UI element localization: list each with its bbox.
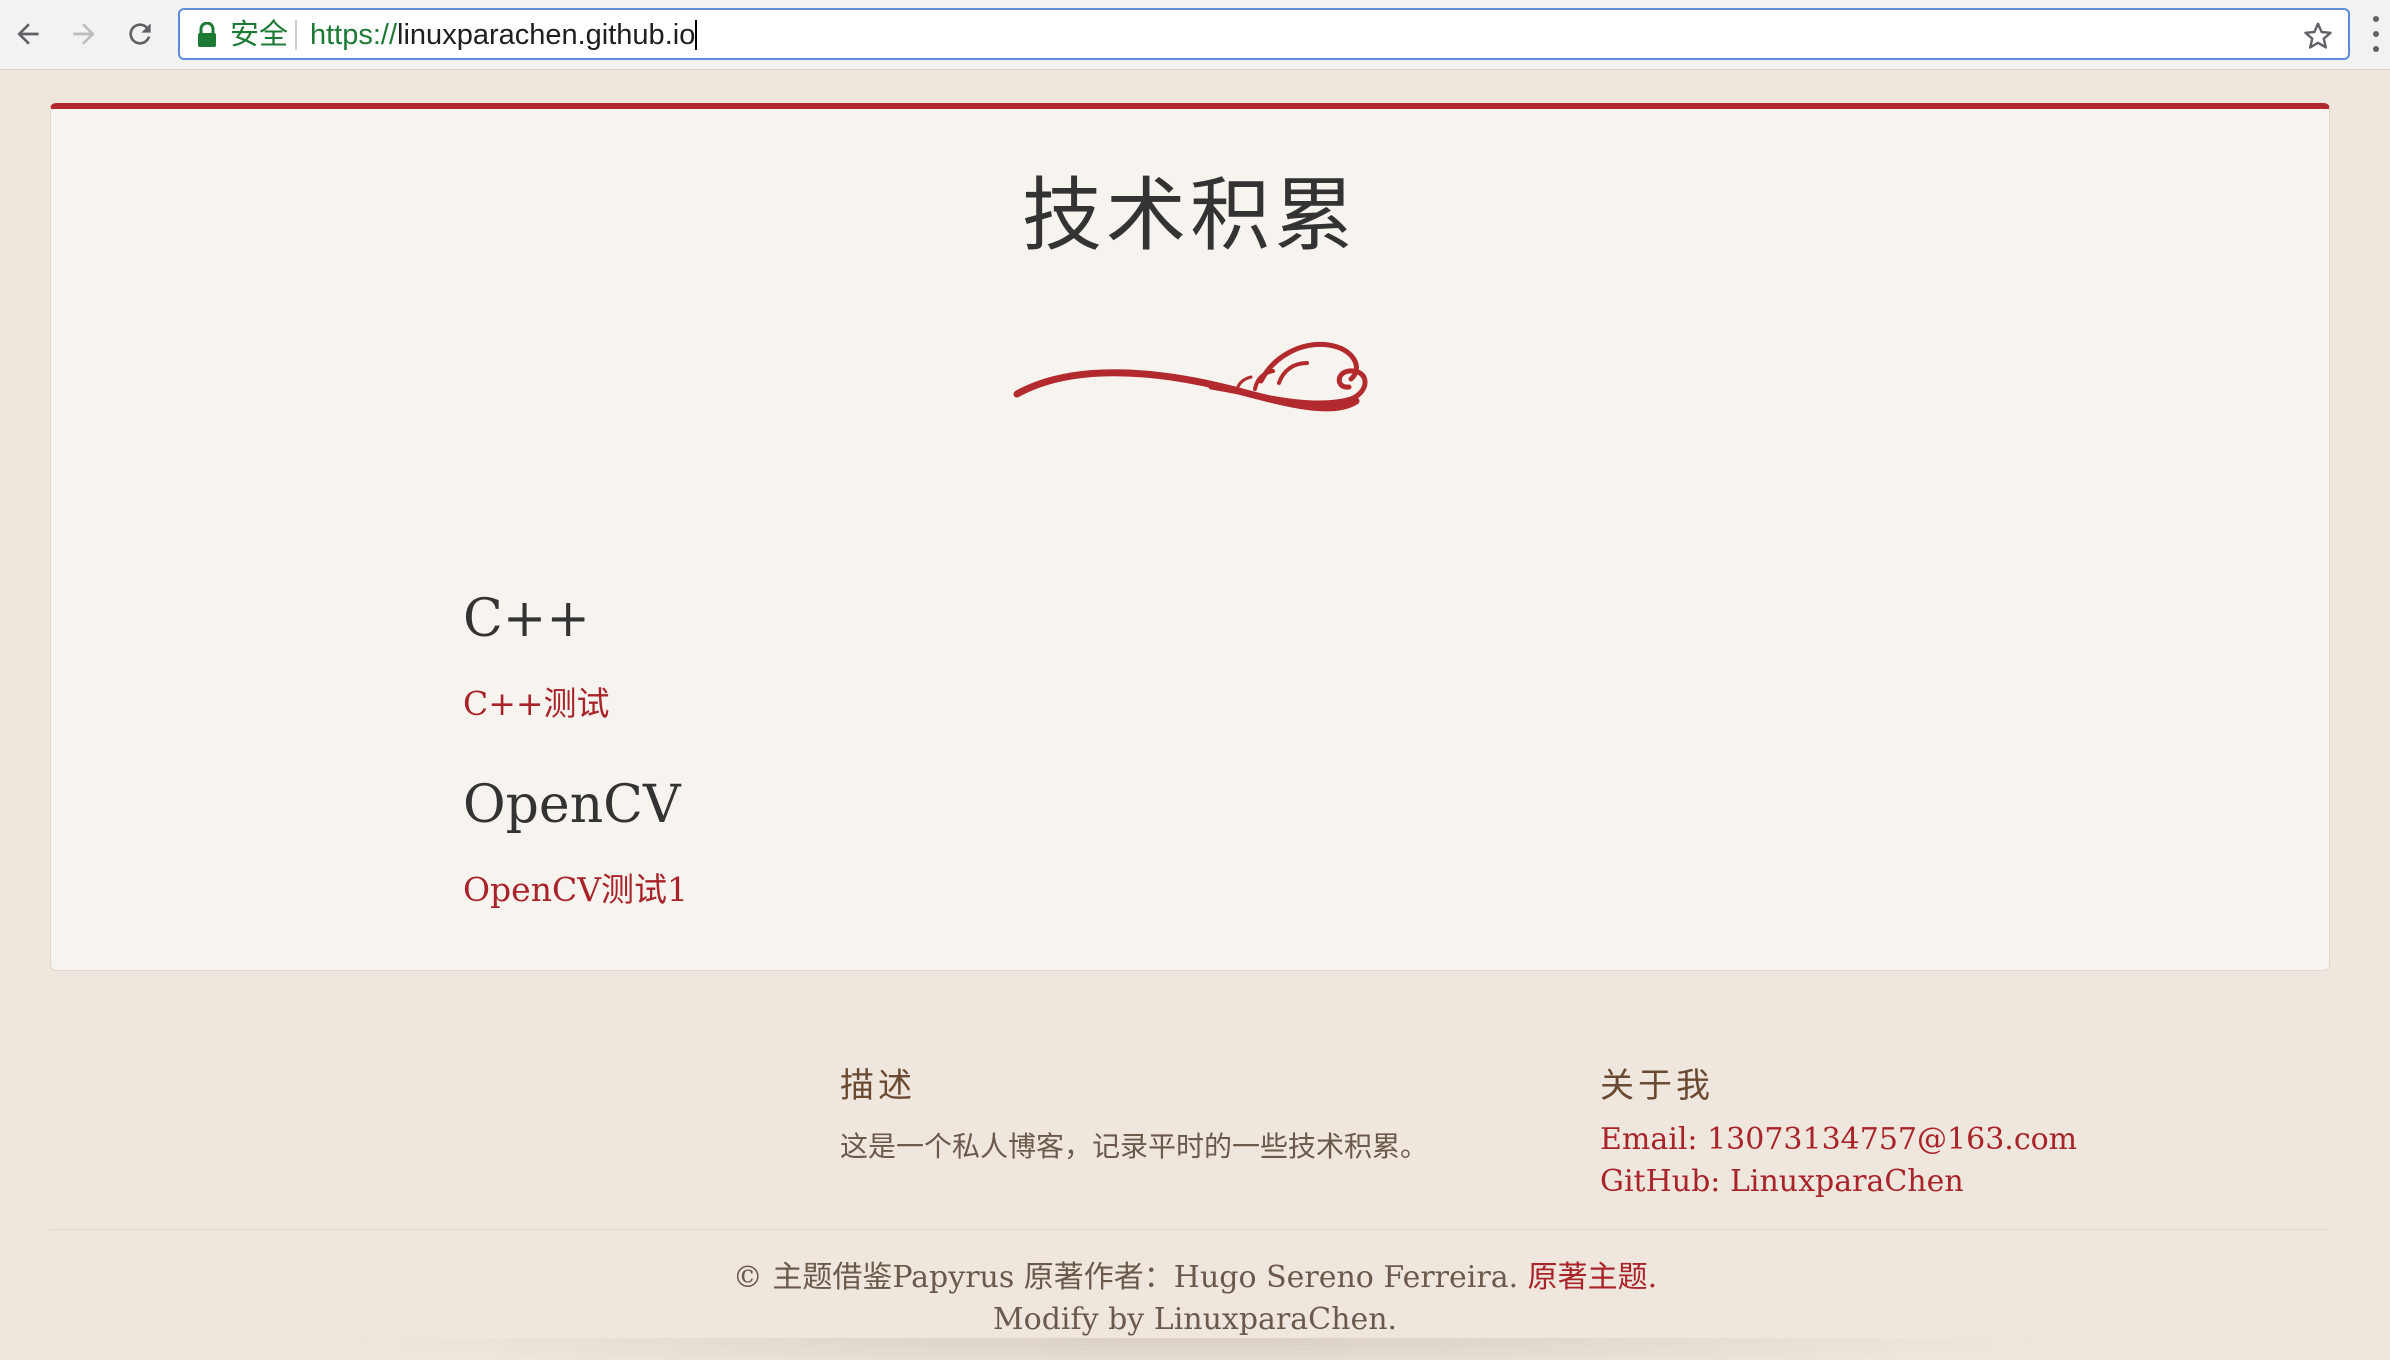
forward-button[interactable] bbox=[62, 12, 106, 56]
category-section-cpp: C++ C++测试 bbox=[463, 589, 610, 725]
reload-icon bbox=[129, 23, 151, 45]
address-separator bbox=[295, 20, 297, 50]
text-caret bbox=[695, 20, 698, 50]
footer-description-heading: 描述 bbox=[840, 1066, 916, 1106]
back-button[interactable] bbox=[6, 12, 50, 56]
site-title: 技术积累 bbox=[1022, 169, 1358, 262]
address-bar[interactable]: 安全 https://linuxparachen.github.io bbox=[178, 8, 2350, 60]
bottom-shadow bbox=[330, 1338, 2060, 1360]
copyright-line: © 主题借鉴Papyrus 原著作者：Hugo Sereno Ferreira.… bbox=[0, 1257, 2390, 1299]
email-link[interactable]: Email: 13073134757@163.com bbox=[1600, 1119, 2077, 1161]
copyright: © 主题借鉴Papyrus 原著作者：Hugo Sereno Ferreira.… bbox=[0, 1257, 2390, 1341]
ornament-flourish bbox=[1011, 319, 1381, 429]
star-icon[interactable] bbox=[2302, 20, 2334, 52]
footer-description: 描述 这是一个私人博客，记录平时的一些技术积累。 bbox=[840, 1058, 1428, 1165]
lock-icon bbox=[198, 22, 216, 47]
footer-divider bbox=[50, 1229, 2330, 1230]
copyright-text: © 主题借鉴Papyrus 原著作者：Hugo Sereno Ferreira. bbox=[732, 1260, 1519, 1295]
original-theme-link[interactable]: 原著主题. bbox=[1528, 1260, 1658, 1295]
category-heading: OpenCV bbox=[463, 775, 681, 835]
category-section-opencv: OpenCV OpenCV测试1 bbox=[463, 775, 688, 911]
menu-icon[interactable] bbox=[2368, 16, 2384, 52]
secure-label: 安全 bbox=[230, 19, 289, 51]
browser-toolbar: 安全 https://linuxparachen.github.io bbox=[0, 0, 2390, 70]
category-heading: C++ bbox=[463, 589, 590, 649]
url-text[interactable]: https://linuxparachen.github.io bbox=[310, 18, 698, 52]
back-arrow-icon bbox=[17, 23, 39, 45]
footer-about-heading: 关于我 bbox=[1600, 1066, 1714, 1106]
main-card: 技术积累 C++ C++测试 OpenCV OpenCV测试1 bbox=[50, 103, 2330, 971]
github-link[interactable]: GitHub: LinuxparaChen bbox=[1600, 1161, 2077, 1203]
post-link[interactable]: OpenCV测试1 bbox=[463, 870, 688, 909]
footer-about: 关于我 Email: 13073134757@163.com GitHub: L… bbox=[1600, 1058, 2077, 1203]
url-host: linuxparachen.github.io bbox=[397, 19, 696, 51]
flourish-icon bbox=[1013, 341, 1368, 412]
post-link[interactable]: C++测试 bbox=[463, 684, 610, 723]
url-scheme: https:// bbox=[310, 19, 398, 51]
footer-description-text: 这是一个私人博客，记录平时的一些技术积累。 bbox=[840, 1130, 1429, 1163]
modified-by-text: Modify by LinuxparaChen. bbox=[992, 1302, 1398, 1337]
forward-arrow-icon bbox=[73, 23, 95, 45]
reload-button[interactable] bbox=[118, 12, 162, 56]
